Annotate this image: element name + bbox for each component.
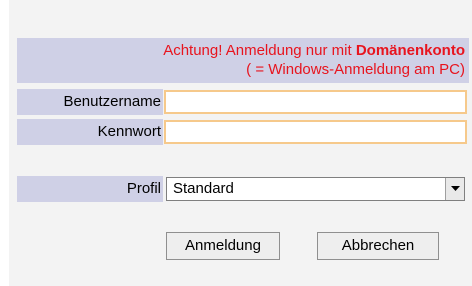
warning-line-2: ( = Windows-Anmeldung am PC) <box>246 61 465 78</box>
profile-label: Profil <box>17 176 163 202</box>
cancel-button[interactable]: Abbrechen <box>317 232 439 260</box>
warning-line-1: Achtung! Anmeldung nur mit Domänenkonto <box>17 41 465 60</box>
profile-row: Profil Standard <box>17 176 469 202</box>
profile-select[interactable]: Standard <box>166 177 465 201</box>
warning-prefix: Achtung! Anmeldung nur mit <box>163 42 356 59</box>
username-label: Benutzername <box>17 89 163 115</box>
warning-bold: Domänenkonto <box>355 42 465 59</box>
password-row: Kennwort <box>17 119 469 145</box>
username-row: Benutzername <box>17 89 469 115</box>
login-button[interactable]: Anmeldung <box>166 232 280 260</box>
chevron-down-icon[interactable] <box>445 178 464 200</box>
password-input[interactable] <box>164 120 467 144</box>
username-input[interactable] <box>164 90 467 114</box>
password-label: Kennwort <box>17 119 163 145</box>
profile-selected-value: Standard <box>173 180 234 197</box>
domain-warning: Achtung! Anmeldung nur mit Domänenkonto … <box>17 38 469 83</box>
